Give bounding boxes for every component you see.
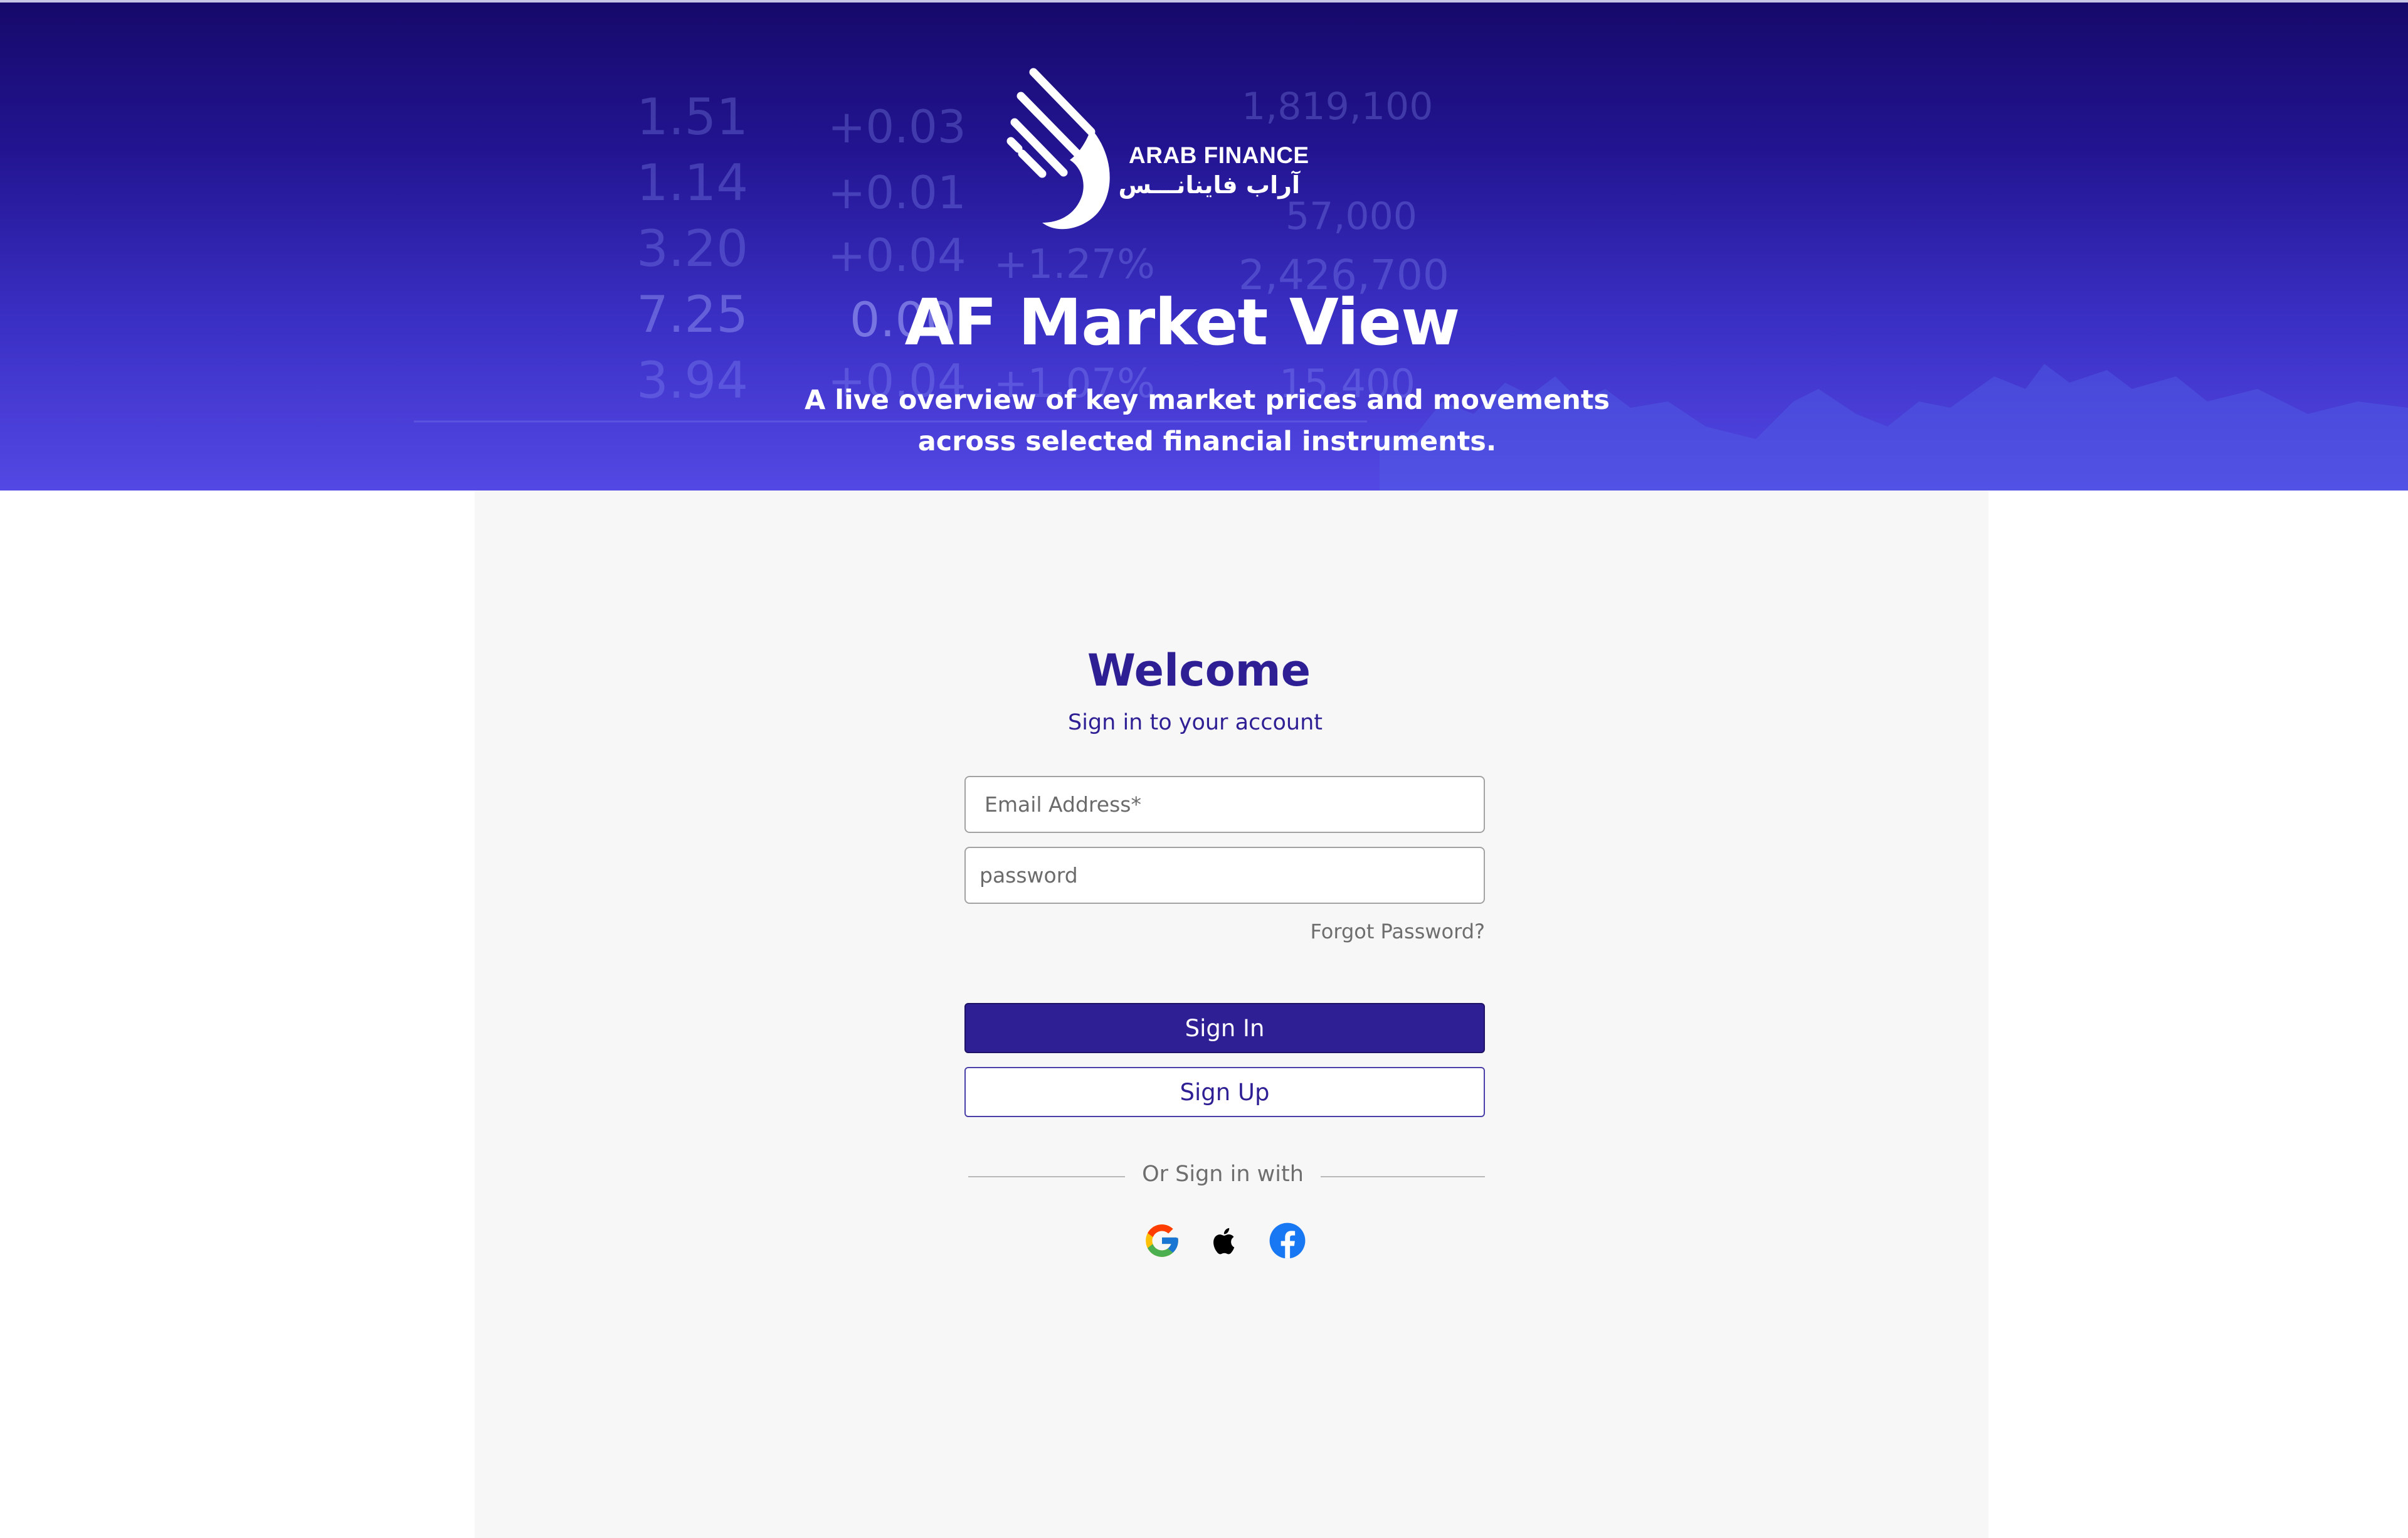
brand-name-arabic: آراب فاينانـــس [1118, 171, 1301, 199]
apple-sign-in-button[interactable] [1204, 1221, 1243, 1260]
page-title: AF Market View [904, 285, 1460, 360]
forgot-password-link[interactable]: Forgot Password? [1191, 920, 1486, 943]
facebook-icon [1269, 1222, 1306, 1259]
brand-name-english: ARAB FINANCE [1129, 142, 1309, 168]
divider-line-left [968, 1176, 1125, 1177]
password-field[interactable] [964, 847, 1485, 904]
logo-mark-icon [1006, 68, 1110, 230]
sign-up-button[interactable]: Sign Up [964, 1067, 1485, 1117]
hero-banner: 1.51 1.14 3.20 7.25 3.94 +0.03 +0.01 +0.… [0, 0, 2408, 491]
arab-finance-logo: ARAB FINANCE آراب فاينانـــس [1003, 66, 1311, 235]
sign-in-button[interactable]: Sign In [964, 1003, 1485, 1053]
welcome-subtitle: Sign in to your account [1067, 710, 1323, 735]
google-sign-in-button[interactable] [1143, 1221, 1181, 1260]
email-field[interactable] [964, 776, 1485, 833]
google-icon [1146, 1224, 1178, 1257]
facebook-sign-in-button[interactable] [1268, 1221, 1307, 1260]
social-divider-label: Or Sign in with [1142, 1162, 1304, 1187]
welcome-heading: Welcome [1087, 645, 1311, 696]
apple-icon [1213, 1228, 1235, 1254]
page-subtitle: A live overview of key market prices and… [804, 384, 1610, 457]
divider-line-right [1321, 1176, 1485, 1177]
